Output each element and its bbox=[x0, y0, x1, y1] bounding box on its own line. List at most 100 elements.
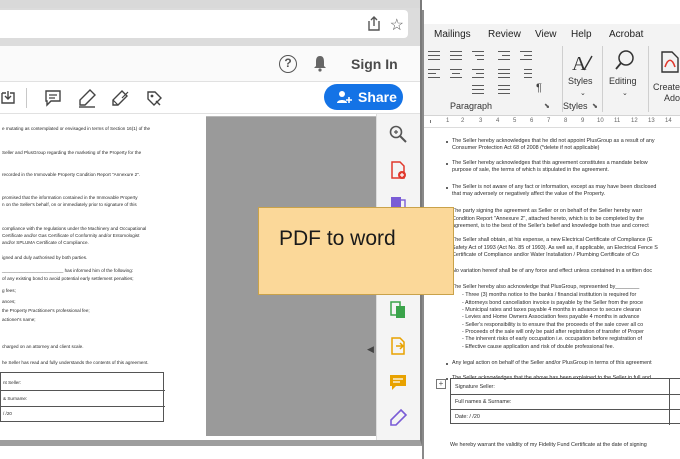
document-text-line: that may adversely or negatively affect … bbox=[452, 191, 606, 197]
canvas-edge bbox=[206, 116, 376, 117]
increase-indent-icon[interactable] bbox=[520, 50, 532, 61]
pdf-text-line: he Seller has read and fully understands… bbox=[2, 360, 149, 365]
document-text-line: - Effective cause application and risk o… bbox=[462, 344, 615, 350]
ruler-tick bbox=[430, 120, 431, 123]
styles-icon[interactable]: A bbox=[570, 50, 594, 74]
pdf-text-line: Seller and PlusGroup regarding the marke… bbox=[2, 150, 142, 155]
editing-button-label[interactable]: Editing bbox=[609, 76, 637, 86]
borders-icon[interactable] bbox=[498, 84, 510, 95]
word-document-page[interactable]: The Seller hereby acknowledges that he d… bbox=[424, 129, 680, 459]
multilevel-list-icon[interactable] bbox=[472, 50, 484, 61]
notifications-bell-icon[interactable] bbox=[313, 55, 327, 72]
document-text-line: The Seller is not aware of any fact or i… bbox=[452, 184, 657, 190]
create-adobe-pdf-icon[interactable] bbox=[660, 50, 680, 74]
ruler-number: 6 bbox=[530, 118, 534, 124]
document-text-line: Consumer Protection Act 68 of 2008 (*del… bbox=[452, 145, 600, 151]
table-cell[interactable]: Full names & Surname: bbox=[455, 399, 511, 405]
table-cell[interactable]: Signature Seller: bbox=[455, 384, 495, 390]
fill-sign-icon[interactable] bbox=[144, 88, 164, 108]
document-text-line: agreement, is to the best of the Seller'… bbox=[452, 223, 649, 229]
help-icon[interactable]: ? bbox=[279, 55, 297, 73]
pdf-to-word-callout: PDF to word bbox=[258, 207, 454, 295]
align-center-icon[interactable] bbox=[450, 68, 462, 79]
highlight-pen-icon[interactable] bbox=[77, 88, 97, 108]
ruler-number: 3 bbox=[479, 118, 483, 124]
align-right-icon[interactable] bbox=[472, 68, 484, 79]
decrease-indent-icon[interactable] bbox=[498, 50, 510, 61]
styles-launcher-icon[interactable]: ⬊ bbox=[592, 102, 598, 110]
bullets-icon[interactable] bbox=[428, 50, 440, 61]
download-icon[interactable] bbox=[0, 88, 18, 108]
table-rule bbox=[1, 406, 165, 407]
create-pdf-icon[interactable] bbox=[388, 160, 408, 180]
document-text-line: - Proceeds of the sale will only be paid… bbox=[462, 329, 644, 335]
comment-icon[interactable] bbox=[43, 88, 63, 108]
toolbar-separator bbox=[26, 88, 27, 108]
zoom-search-icon[interactable] bbox=[388, 124, 408, 144]
draw-signature-icon[interactable] bbox=[110, 88, 130, 108]
document-text-line: - Attorneys bond cancellation invoice is… bbox=[462, 300, 643, 306]
shading-icon[interactable] bbox=[472, 84, 484, 95]
pdf-text-line: of any existing bond to avoid potential … bbox=[2, 276, 134, 281]
tab-help[interactable]: Help bbox=[571, 29, 592, 40]
pdf-signature-table: nt Seller: & Surname: / /20 bbox=[0, 372, 165, 422]
bullet-dot bbox=[446, 187, 448, 189]
address-bar[interactable]: ☆ bbox=[0, 10, 408, 38]
create-pdf-label[interactable]: Create bbox=[653, 82, 680, 92]
table-cell: / /20 bbox=[3, 411, 12, 416]
organize-pages-icon[interactable] bbox=[388, 300, 408, 320]
editing-dropdown-icon[interactable]: ⌄ bbox=[622, 89, 628, 97]
acrobat-toolbar: Share bbox=[0, 82, 420, 114]
table-move-handle-icon[interactable]: + bbox=[436, 379, 446, 389]
ruler-number: 12 bbox=[631, 118, 638, 124]
justify-icon[interactable] bbox=[498, 68, 510, 79]
adobe-pdf-label[interactable]: Ado bbox=[664, 93, 680, 103]
ruler-number: 5 bbox=[513, 118, 517, 124]
svg-text:A: A bbox=[572, 53, 587, 74]
sign-in-link[interactable]: Sign In bbox=[351, 56, 398, 72]
pdf-text-line: compliance with the regulations under th… bbox=[2, 226, 147, 231]
ruler-number: 8 bbox=[564, 118, 568, 124]
ruler-number: 11 bbox=[614, 118, 621, 124]
ruler-number: 7 bbox=[547, 118, 551, 124]
table-cell[interactable]: Date: / /20 bbox=[455, 414, 480, 420]
export-pdf-icon[interactable] bbox=[388, 336, 408, 356]
ruler-number: 9 bbox=[581, 118, 585, 124]
fill-and-sign-icon[interactable] bbox=[388, 408, 408, 428]
styles-group-label: Styles bbox=[563, 101, 588, 111]
ribbon-tab-bar: Mailings Review View Help Acrobat bbox=[424, 24, 680, 46]
word-signature-table[interactable]: Signature Seller: Full names & Surname: … bbox=[450, 378, 680, 425]
bullet-dot bbox=[446, 163, 448, 165]
share-page-icon[interactable] bbox=[366, 16, 382, 32]
bullet-dot bbox=[446, 141, 448, 143]
editing-search-icon[interactable] bbox=[614, 48, 638, 72]
styles-button-label[interactable]: Styles bbox=[568, 76, 593, 86]
tab-mailings[interactable]: Mailings bbox=[434, 29, 471, 40]
align-left-icon[interactable] bbox=[428, 68, 440, 79]
ruler-number: 14 bbox=[665, 118, 672, 124]
callout-label: PDF to word bbox=[279, 227, 396, 250]
paragraph-launcher-icon[interactable]: ⬊ bbox=[544, 102, 550, 110]
collapse-rail-arrow-icon[interactable]: ◀ bbox=[367, 344, 374, 355]
tab-view[interactable]: View bbox=[535, 29, 557, 40]
tab-review[interactable]: Review bbox=[488, 29, 521, 40]
pdf-text-line: actioner's name; bbox=[2, 317, 36, 322]
share-person-icon bbox=[337, 91, 352, 103]
bookmark-star-icon[interactable]: ☆ bbox=[390, 15, 404, 35]
pdf-text-line: g fees; bbox=[2, 288, 16, 293]
comment-tool-icon[interactable] bbox=[388, 372, 408, 392]
numbering-icon[interactable] bbox=[450, 50, 462, 61]
pilcrow-icon[interactable]: ¶ bbox=[536, 82, 542, 94]
pdf-text-line: promised that the information contained … bbox=[2, 195, 138, 200]
line-spacing-icon[interactable] bbox=[520, 68, 532, 79]
styles-dropdown-icon[interactable]: ⌄ bbox=[580, 89, 586, 97]
horizontal-ruler[interactable]: 1 2 3 4 5 6 7 8 9 10 11 12 13 14 bbox=[424, 116, 680, 128]
share-button[interactable]: Share bbox=[324, 84, 403, 110]
document-text-line: The Seller hereby acknowledges that he d… bbox=[452, 138, 655, 144]
word-ribbon: ¶ A Styles ⌄ Editing ⌄ Create Ado Paragr… bbox=[424, 46, 680, 116]
window-top-band bbox=[0, 0, 420, 8]
ruler-number: 13 bbox=[648, 118, 655, 124]
tab-acrobat[interactable]: Acrobat bbox=[609, 29, 643, 40]
acrobat-header: ? Sign In bbox=[0, 46, 420, 82]
word-title-bar bbox=[424, 10, 680, 24]
